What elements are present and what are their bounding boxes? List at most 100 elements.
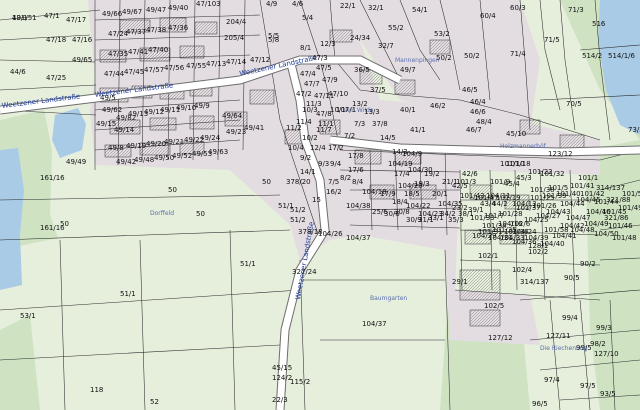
parcel-number: 90/2 bbox=[580, 260, 596, 268]
parcel-number: 101/37 bbox=[516, 204, 541, 212]
parcel-number: 49/52 bbox=[172, 152, 192, 160]
parcel-number: 118 bbox=[90, 386, 103, 394]
parcel-number: 127/10 bbox=[594, 350, 619, 358]
parcel-number: 60/4 bbox=[480, 12, 496, 20]
parcel-number: 49/67 bbox=[122, 8, 142, 16]
parcel-number: 47/4 bbox=[300, 70, 316, 78]
parcel-number: 327/24 bbox=[292, 268, 317, 276]
parcel-number: 49/64 bbox=[222, 112, 243, 120]
parcel-number: 48/4 bbox=[476, 118, 492, 126]
parcel-number: 8/1 bbox=[300, 44, 311, 52]
parcel-number: 53/1 bbox=[20, 312, 36, 320]
parcel-number: 50/2 bbox=[464, 52, 480, 60]
parcel-number: 7/2 bbox=[344, 132, 355, 140]
parcel-number: 51/2 bbox=[290, 216, 306, 224]
parcel-number: 49/62 bbox=[102, 106, 122, 114]
parcel-number: 20/1 bbox=[432, 190, 448, 198]
parcel-number: 54/1 bbox=[412, 6, 428, 14]
parcel-number: 47/41 bbox=[128, 48, 148, 56]
parcel-number: 47/18 bbox=[46, 36, 66, 44]
parcel-number: 47/8 bbox=[316, 110, 332, 118]
parcel-number: 73/2 bbox=[628, 126, 640, 134]
parcel-number: 24/34 bbox=[350, 34, 371, 42]
parcel-number: 47/36 bbox=[168, 24, 189, 32]
place-label: Baumgarten bbox=[370, 295, 407, 302]
place-label: Dorffeld bbox=[150, 210, 174, 217]
parcel-number: 49/14 bbox=[114, 126, 135, 134]
parcel-number: 49/5 bbox=[100, 94, 116, 102]
parcel-number: 53/2 bbox=[434, 30, 450, 38]
parcel-number: 115/2 bbox=[290, 378, 310, 386]
cadastral-map[interactable]: Weetzener Landstraße Weetzener Landstraß… bbox=[0, 0, 640, 410]
parcel-number: 47/1 bbox=[44, 12, 60, 20]
parcel-number: 17/6 bbox=[348, 166, 364, 174]
parcel-number: 7/5 bbox=[328, 178, 339, 186]
parcel-number: 13/2 bbox=[352, 100, 368, 108]
parcel-number: 47/55 bbox=[186, 62, 206, 70]
parcel-number: 47/17 bbox=[66, 16, 86, 24]
parcel-number: 45/15 bbox=[272, 364, 292, 372]
parcel-number: 71/4 bbox=[510, 50, 526, 58]
parcel-number: 50 bbox=[196, 210, 205, 218]
parcel-number: 49/49 bbox=[66, 158, 86, 166]
map-canvas[interactable]: Weetzener Landstraße Weetzener Landstraß… bbox=[0, 0, 640, 410]
parcel-number: 49/47 bbox=[146, 6, 166, 14]
parcel-number: 101/33 bbox=[470, 214, 495, 222]
parcel-number: 101/51 bbox=[12, 14, 37, 22]
parcel-number: 47/44 bbox=[104, 70, 125, 78]
parcel-number: 11/3 bbox=[306, 100, 322, 108]
parcel-number: 17/8 bbox=[348, 152, 364, 160]
parcel-number: 47/38 bbox=[146, 26, 166, 34]
parcel-number: 101/18 bbox=[506, 160, 531, 168]
parcel-number: 101/49 bbox=[618, 204, 640, 212]
parcel-number: 5/4 bbox=[302, 14, 314, 22]
parcel-number: 96/5 bbox=[532, 400, 548, 408]
parcel-number: 98/2 bbox=[590, 340, 606, 348]
parcel-number: 47/56 bbox=[164, 64, 185, 72]
parcel-number: 49/65 bbox=[72, 56, 92, 64]
parcel-number: 46/5 bbox=[462, 86, 478, 94]
place-label: Mannenpingen bbox=[395, 57, 440, 64]
parcel-number: 51/1 bbox=[120, 290, 136, 298]
parcel-number: 47/35 bbox=[108, 50, 128, 58]
parcel-number: 51/1 bbox=[278, 202, 294, 210]
parcel-number: 47/2 bbox=[296, 90, 312, 98]
parcel-number: 49/41 bbox=[244, 124, 264, 132]
parcel-number: 12/3 bbox=[320, 40, 336, 48]
parcel-number: 161/16 bbox=[40, 174, 65, 182]
parcel-number: 102/1 bbox=[478, 252, 498, 260]
parcel-number: 101/48 bbox=[612, 234, 637, 242]
parcel-number: 21/1 bbox=[442, 178, 458, 186]
parcel-number: 49/7 bbox=[400, 66, 416, 74]
parcel-number: 101/44 bbox=[594, 198, 619, 206]
parcel-number: 49/19 bbox=[126, 142, 146, 150]
parcel-number: 204/4 bbox=[226, 18, 247, 26]
parcel-number: 99/3 bbox=[596, 324, 612, 332]
parcel-number: 49/9 bbox=[194, 102, 210, 110]
parcel-number: 8/4 bbox=[352, 178, 364, 186]
parcel-number: 18/5 bbox=[404, 190, 420, 198]
parcel-number: 5/8 bbox=[268, 36, 279, 44]
parcel-number: 46/7 bbox=[466, 126, 482, 134]
parcel-number: 30/8 bbox=[394, 208, 410, 216]
parcel-number: 37/5 bbox=[370, 86, 386, 94]
parcel-number: 514/2 bbox=[582, 52, 602, 60]
parcel-number: 205/4 bbox=[224, 34, 245, 42]
parcel-number: 101/40 bbox=[556, 190, 581, 198]
parcel-number: 101/41 bbox=[570, 182, 595, 190]
parcel-number: 32/1 bbox=[368, 4, 384, 12]
parcel-number: 12/4 bbox=[310, 144, 326, 152]
parcel-number: 50 bbox=[168, 186, 177, 194]
parcel-number: 47/7 bbox=[304, 80, 320, 88]
parcel-number: 55/2 bbox=[388, 24, 404, 32]
parcel-number: 71/5 bbox=[544, 36, 560, 44]
parcel-number: 101/1 bbox=[578, 174, 598, 182]
parcel-number: 124/2 bbox=[272, 374, 292, 382]
parcel-number: 516 bbox=[592, 20, 606, 28]
parcel-number: 50 bbox=[262, 178, 271, 186]
parcel-number: 4/9 bbox=[266, 0, 277, 8]
parcel-number: 70/5 bbox=[566, 100, 582, 108]
parcel-number: 47/12 bbox=[250, 56, 270, 64]
parcel-number: 15 bbox=[312, 196, 321, 204]
parcel-number: 19/3 bbox=[414, 180, 430, 188]
